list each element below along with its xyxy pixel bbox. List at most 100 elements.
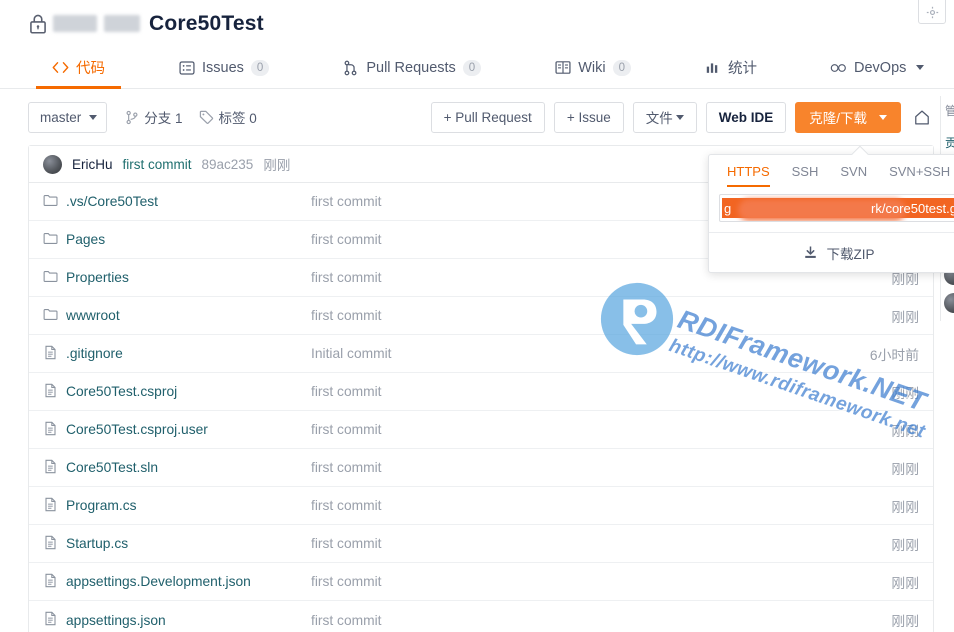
tab-wiki-label: Wiki xyxy=(578,59,606,76)
tab-issues-count: 0 xyxy=(250,59,270,76)
table-row[interactable]: wwwroot first commit 刚刚 xyxy=(29,297,933,335)
table-row[interactable]: Core50Test.csproj first commit 刚刚 xyxy=(29,373,933,411)
clone-protocol-tabs: HTTPS SSH SVN SVN+SSH xyxy=(709,155,954,187)
folder-icon xyxy=(43,307,58,325)
files-dropdown-label: 文件 xyxy=(645,111,673,126)
tab-devops[interactable]: DevOps xyxy=(820,47,934,88)
tab-statistics[interactable]: 统计 xyxy=(694,47,767,88)
download-icon xyxy=(805,246,817,258)
clone-download-button[interactable]: 克隆/下载 xyxy=(795,101,901,133)
file-commit-message[interactable]: first commit xyxy=(311,498,839,513)
new-issue-button[interactable]: + Issue xyxy=(553,101,624,133)
file-name-cell[interactable]: appsettings.Development.json xyxy=(43,573,311,591)
settings-button[interactable] xyxy=(918,0,946,24)
clone-tab-https[interactable]: HTTPS xyxy=(727,164,770,187)
tab-wiki[interactable]: Wiki 0 xyxy=(544,47,641,88)
avatar[interactable] xyxy=(944,293,954,313)
issue-list-icon xyxy=(178,59,195,76)
tags-label: 标签 0 xyxy=(218,111,257,126)
file-name-cell[interactable]: Properties xyxy=(43,269,311,287)
file-commit-time: 6小时前 xyxy=(869,347,919,363)
files-dropdown-button[interactable]: 文件 xyxy=(632,101,697,133)
file-commit-message[interactable]: first commit xyxy=(311,574,839,589)
page-header: Core50Test xyxy=(0,0,954,47)
gear-icon xyxy=(926,6,938,19)
clone-tab-svn[interactable]: SVN xyxy=(840,164,867,187)
file-commit-message[interactable]: first commit xyxy=(311,613,839,628)
redacted-owner-block-1 xyxy=(53,15,97,32)
file-commit-message[interactable]: first commit xyxy=(311,384,839,399)
table-row[interactable]: Program.cs first commit 刚刚 xyxy=(29,487,933,525)
sidebar-label-2[interactable]: 贡 xyxy=(941,121,954,157)
file-icon xyxy=(43,421,58,439)
file-commit-time: 刚刚 xyxy=(891,499,919,515)
toolbar-actions: + Pull Request + Issue 文件 Web IDE 克隆/下载 xyxy=(430,101,934,133)
tab-issues-label: Issues xyxy=(202,59,244,76)
file-icon xyxy=(43,611,58,629)
file-commit-time: 刚刚 xyxy=(891,614,919,629)
file-commit-message[interactable]: first commit xyxy=(311,460,839,475)
repository-page: Core50Test 代码 Issues 0 Pull Requests 0 W… xyxy=(0,0,954,632)
branch-icon xyxy=(126,110,138,124)
clone-url-input[interactable]: g rk/core50test.g xyxy=(719,194,954,222)
commit-message[interactable]: first commit xyxy=(123,157,192,172)
lock-icon xyxy=(30,14,46,34)
file-name-cell[interactable]: .gitignore xyxy=(43,345,311,363)
branches-link[interactable]: 分支 1 xyxy=(125,107,183,127)
clone-tab-ssh[interactable]: SSH xyxy=(792,164,819,187)
sidebar-label-1: 管 xyxy=(945,104,954,118)
clone-url-selection: g rk/core50test.g xyxy=(722,198,954,221)
table-row[interactable]: .gitignore Initial commit 6小时前 xyxy=(29,335,933,373)
file-commit-time: 刚刚 xyxy=(891,461,919,477)
tag-icon xyxy=(199,110,213,124)
watch-button[interactable] xyxy=(910,102,934,133)
header-actions xyxy=(918,0,946,24)
clone-tab-svn-ssh[interactable]: SVN+SSH xyxy=(889,164,950,187)
web-ide-button[interactable]: Web IDE xyxy=(705,101,787,133)
file-name-cell[interactable]: Pages xyxy=(43,231,311,249)
file-commit-message[interactable]: first commit xyxy=(311,536,839,551)
table-row[interactable]: appsettings.json first commit 刚刚 xyxy=(29,601,933,632)
table-row[interactable]: appsettings.Development.json first commit… xyxy=(29,563,933,601)
tab-code-label: 代码 xyxy=(76,61,105,77)
tab-pull-requests[interactable]: Pull Requests 0 xyxy=(332,47,491,88)
download-zip-link[interactable]: 下载ZIP xyxy=(709,232,954,272)
tags-link[interactable]: 标签 0 xyxy=(199,107,257,127)
file-name-label: Properties xyxy=(66,270,129,285)
clone-url-suffix: rk/core50test.g xyxy=(871,200,954,216)
tab-issues[interactable]: Issues 0 xyxy=(168,47,279,88)
file-commit-message[interactable]: first commit xyxy=(311,308,839,323)
file-name-label: appsettings.json xyxy=(66,612,166,628)
file-name-cell[interactable]: appsettings.json xyxy=(43,611,311,629)
file-name-cell[interactable]: .vs/Core50Test xyxy=(43,193,311,211)
table-row[interactable]: Core50Test.csproj.user first commit 刚刚 xyxy=(29,411,933,449)
file-icon xyxy=(43,535,58,553)
branch-selector[interactable]: master xyxy=(28,101,108,133)
table-row[interactable]: Startup.cs first commit 刚刚 xyxy=(29,525,933,563)
download-zip-label: 下载ZIP xyxy=(826,246,875,262)
file-name-cell[interactable]: Startup.cs xyxy=(43,535,311,553)
table-row[interactable]: Core50Test.sln first commit 刚刚 xyxy=(29,449,933,487)
file-name-label: Core50Test.csproj xyxy=(66,384,178,399)
file-name-label: Program.cs xyxy=(66,498,137,513)
file-name-cell[interactable]: Core50Test.csproj.user xyxy=(43,421,311,439)
commit-hash[interactable]: 89ac235 xyxy=(202,157,254,172)
commit-author[interactable]: EricHu xyxy=(72,157,113,172)
clone-dropdown-panel: HTTPS SSH SVN SVN+SSH g rk/core50test.g … xyxy=(708,145,954,273)
tab-pull-requests-label: Pull Requests xyxy=(366,59,456,76)
chevron-down-icon xyxy=(675,114,684,120)
file-name-cell[interactable]: wwwroot xyxy=(43,307,311,325)
tab-code[interactable]: 代码 xyxy=(36,47,121,89)
file-icon xyxy=(43,573,58,591)
file-commit-time: 刚刚 xyxy=(891,537,919,553)
file-commit-message[interactable]: Initial commit xyxy=(311,346,839,361)
file-name-cell[interactable]: Core50Test.sln xyxy=(43,459,311,477)
file-commit-message[interactable]: first commit xyxy=(311,422,839,437)
new-pull-request-button[interactable]: + Pull Request xyxy=(430,101,545,133)
file-name-cell[interactable]: Core50Test.csproj xyxy=(43,383,311,401)
branches-label: 分支 1 xyxy=(144,111,183,126)
file-name-cell[interactable]: Program.cs xyxy=(43,497,311,515)
file-commit-time: 刚刚 xyxy=(891,423,919,439)
tab-statistics-label: 统计 xyxy=(728,61,757,77)
repo-toolbar: master 分支 1 标签 0 + Pull Request + Issue xyxy=(0,89,954,145)
